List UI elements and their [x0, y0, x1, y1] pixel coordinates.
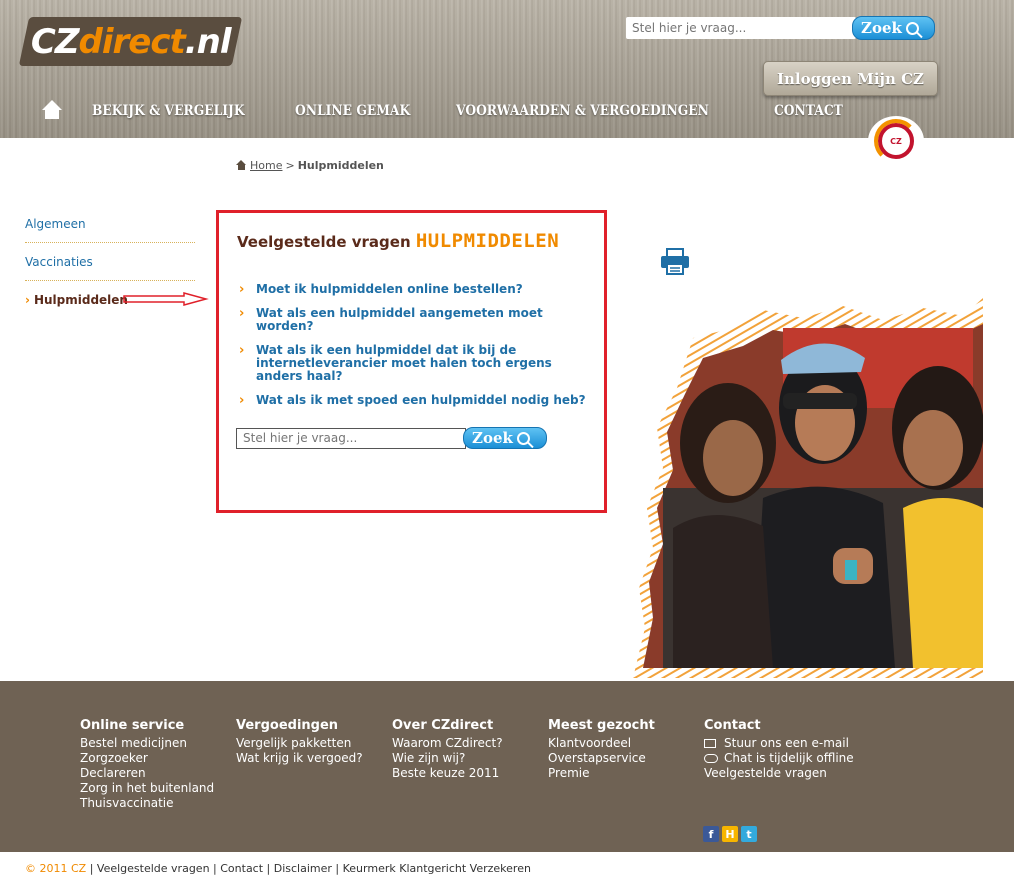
- breadcrumb: Home > Hulpmiddelen: [236, 159, 384, 172]
- footer-link[interactable]: Veelgestelde vragen: [704, 766, 854, 781]
- nav-bekijk-vergelijk[interactable]: BEKIJK & VERGELIJK: [92, 103, 245, 119]
- footer-col-title: Meest gezocht: [548, 718, 655, 733]
- faq-search: Zoek: [236, 427, 547, 449]
- footer-link[interactable]: Bestel medicijnen: [80, 736, 214, 751]
- social-links: f H t: [703, 826, 757, 842]
- header-search: Zoek: [626, 16, 935, 40]
- footer-link[interactable]: Beste keuze 2011: [392, 766, 503, 781]
- chevron-right-icon: ›: [239, 306, 245, 321]
- breadcrumb-home-link[interactable]: Home: [250, 159, 282, 172]
- bottom-link-disclaimer[interactable]: Disclaimer: [274, 862, 332, 875]
- chat-icon: [704, 754, 718, 763]
- footer-link[interactable]: Premie: [548, 766, 655, 781]
- search-button-label: Zoek: [472, 429, 513, 447]
- footer-email-link[interactable]: Stuur ons een e-mail: [704, 736, 854, 751]
- sidebar-item-vaccinaties[interactable]: Vaccinaties: [25, 243, 195, 281]
- site-footer: Online service Bestel medicijnen Zorgzoe…: [0, 681, 1014, 852]
- footer-link[interactable]: Wie zijn wij?: [392, 751, 503, 766]
- sidebar-item-label: Algemeen: [25, 216, 86, 231]
- footer-link[interactable]: Zorg in het buitenland: [80, 781, 214, 796]
- site-header: CZdirect.nl Zoek Inloggen Mijn CZ BEKIJK…: [0, 0, 1014, 138]
- bottom-bar: © 2011 CZ | Veelgestelde vragen | Contac…: [25, 862, 531, 875]
- twitter-icon[interactable]: t: [741, 826, 757, 842]
- facebook-icon[interactable]: f: [703, 826, 719, 842]
- footer-col-title: Vergoedingen: [236, 718, 339, 733]
- bottom-link-faq[interactable]: Veelgestelde vragen: [97, 862, 210, 875]
- copyright: © 2011 CZ: [25, 862, 87, 875]
- faq-link[interactable]: › Wat als ik met spoed een hulpmiddel nod…: [239, 393, 594, 408]
- nav-voorwaarden-vergoedingen[interactable]: VOORWAARDEN & VERGOEDINGEN: [456, 103, 709, 119]
- footer-link[interactable]: Overstapservice: [548, 751, 655, 766]
- main-nav: BEKIJK & VERGELIJK ONLINE GEMAK VOORWAAR…: [40, 98, 882, 124]
- faq-title: Veelgestelde vragen HULPMIDDELEN: [237, 230, 560, 252]
- hyves-icon[interactable]: H: [722, 826, 738, 842]
- search-icon: [905, 21, 919, 35]
- footer-link[interactable]: Zorgzoeker: [80, 751, 214, 766]
- chevron-right-icon: ›: [239, 282, 245, 297]
- faq-search-input[interactable]: [236, 427, 466, 449]
- sidebar-item-label: Hulpmiddelen: [33, 293, 128, 307]
- print-icon[interactable]: [659, 247, 691, 277]
- chevron-right-icon: ›: [239, 393, 245, 408]
- nav-contact[interactable]: CONTACT: [774, 103, 843, 119]
- header-search-button[interactable]: Zoek: [852, 16, 935, 40]
- footer-col-over-czdirect: Over CZdirect Waarom CZdirect? Wie zijn …: [392, 718, 503, 781]
- cz-logo-icon: CZ: [874, 119, 918, 163]
- footer-link[interactable]: Declareren: [80, 766, 214, 781]
- cz-badge-label: CZ: [890, 136, 902, 146]
- footer-col-title: Contact: [704, 718, 761, 733]
- footer-col-title: Over CZdirect: [392, 718, 494, 733]
- footer-col-online-service: Online service Bestel medicijnen Zorgzoe…: [80, 718, 214, 811]
- faq-list: › Moet ik hulpmiddelen online bestellen? …: [239, 283, 594, 418]
- chevron-right-icon: ›: [25, 293, 30, 307]
- footer-link[interactable]: Thuisvaccinatie: [80, 796, 214, 811]
- footer-col-contact: Contact Stuur ons een e-mail Chat is tij…: [704, 718, 854, 781]
- footer-col-meest-gezocht: Meest gezocht Klantvoordeel Overstapserv…: [548, 718, 655, 781]
- breadcrumb-current: Hulpmiddelen: [297, 159, 384, 172]
- footer-link[interactable]: Vergelijk pakketten: [236, 736, 363, 751]
- header-search-input[interactable]: [626, 17, 856, 39]
- footer-chat-link[interactable]: Chat is tijdelijk offline: [704, 751, 854, 766]
- footer-col-vergoedingen: Vergoedingen Vergelijk pakketten Wat kri…: [236, 718, 363, 766]
- bottom-link-contact[interactable]: Contact: [220, 862, 263, 875]
- faq-link[interactable]: › Wat als een hulpmiddel aangemeten moet …: [239, 307, 594, 333]
- bottom-link-keurmerk[interactable]: Keurmerk Klantgericht Verzekeren: [343, 862, 531, 875]
- nav-online-gemak[interactable]: ONLINE GEMAK: [295, 103, 410, 119]
- login-mijn-cz-button[interactable]: Inloggen Mijn CZ: [763, 61, 938, 96]
- search-icon: [516, 431, 530, 445]
- faq-box: Veelgestelde vragen HULPMIDDELEN › Moet i…: [216, 210, 607, 513]
- home-icon[interactable]: [40, 100, 64, 122]
- footer-link[interactable]: Klantvoordeel: [548, 736, 655, 751]
- annotation-arrow: [123, 292, 209, 306]
- chevron-right-icon: ›: [239, 343, 245, 358]
- footer-col-title: Online service: [80, 718, 185, 733]
- faq-link[interactable]: › Wat als ik een hulpmiddel dat ik bij de…: [239, 344, 594, 383]
- breadcrumb-separator: >: [285, 159, 295, 172]
- logo-text: CZdirect.nl: [30, 21, 231, 62]
- sidebar-item-algemeen[interactable]: Algemeen: [25, 205, 195, 243]
- email-icon: [704, 739, 716, 748]
- home-icon: [236, 160, 247, 171]
- faq-link[interactable]: › Moet ik hulpmiddelen online bestellen?: [239, 282, 594, 297]
- hero-photo: [633, 298, 983, 678]
- cz-brand-badge: CZ: [868, 116, 924, 166]
- footer-link[interactable]: Waarom CZdirect?: [392, 736, 503, 751]
- footer-link[interactable]: Wat krijg ik vergoed?: [236, 751, 363, 766]
- czdirect-logo[interactable]: CZdirect.nl: [18, 17, 243, 66]
- search-button-label: Zoek: [861, 19, 902, 37]
- sidebar-item-label: Vaccinaties: [25, 254, 93, 269]
- faq-search-button[interactable]: Zoek: [463, 427, 547, 449]
